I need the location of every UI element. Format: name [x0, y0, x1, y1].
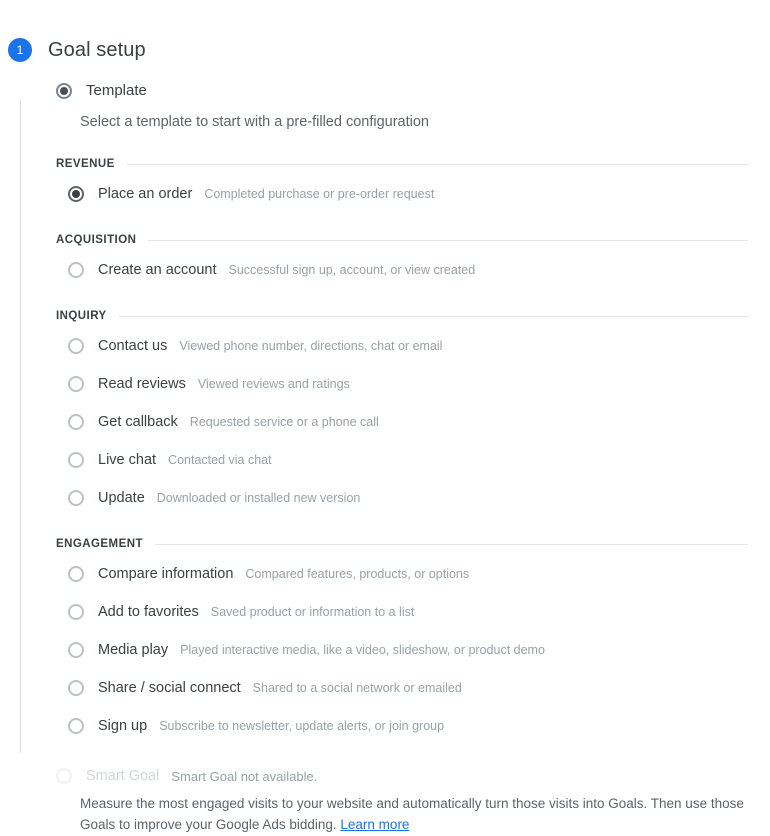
- goal-option-read-reviews[interactable]: Read reviews Viewed reviews and ratings: [56, 368, 748, 400]
- page-title: Goal setup: [48, 39, 146, 62]
- section-header: ENGAGEMENT: [56, 536, 748, 552]
- goal-option-sign-up[interactable]: Sign up Subscribe to newsletter, update a…: [56, 710, 748, 742]
- goal-option-label: Add to favorites: [98, 604, 199, 620]
- goal-option-radio[interactable]: [68, 376, 84, 392]
- goal-option-radio[interactable]: [68, 452, 84, 468]
- goal-option-label: Update: [98, 490, 145, 506]
- step-number-badge: 1: [8, 38, 32, 62]
- goal-option-radio[interactable]: [68, 338, 84, 354]
- goal-option-contact-us[interactable]: Contact us Viewed phone number, direction…: [56, 330, 748, 362]
- goal-option-media-play[interactable]: Media play Played interactive media, like…: [56, 634, 748, 666]
- smart-goal-radio: [56, 768, 72, 784]
- section-acquisition: ACQUISITION Create an account Successful s…: [56, 232, 748, 286]
- goal-option-update[interactable]: Update Downloaded or installed new versio…: [56, 482, 748, 514]
- goal-option-place-an-order[interactable]: Place an order Completed purchase or pre-…: [56, 178, 748, 210]
- section-divider: [119, 316, 748, 317]
- section-engagement: ENGAGEMENT Compare information Compared fe…: [56, 536, 748, 742]
- goal-option-description: Played interactive media, like a video, …: [180, 643, 545, 657]
- goal-option-compare-information[interactable]: Compare information Compared features, pr…: [56, 558, 748, 590]
- section-divider: [155, 544, 748, 545]
- section-header: REVENUE: [56, 156, 748, 172]
- goal-option-description: Viewed phone number, directions, chat or…: [179, 339, 442, 353]
- goal-option-radio[interactable]: [68, 490, 84, 506]
- goal-option-radio[interactable]: [68, 566, 84, 582]
- smart-goal-description: Measure the most engaged visits to your …: [80, 794, 748, 836]
- section-title: REVENUE: [56, 158, 115, 170]
- goal-option-label: Sign up: [98, 718, 147, 734]
- goal-option-radio[interactable]: [68, 262, 84, 278]
- goal-option-radio[interactable]: [68, 680, 84, 696]
- goal-option-label: Compare information: [98, 566, 233, 582]
- step-header: 1 Goal setup: [0, 32, 770, 68]
- goal-option-label: Live chat: [98, 452, 156, 468]
- goal-option-radio[interactable]: [68, 186, 84, 202]
- goal-option-create-an-account[interactable]: Create an account Successful sign up, acc…: [56, 254, 748, 286]
- section-header: INQUIRY: [56, 308, 748, 324]
- goal-option-label: Share / social connect: [98, 680, 241, 696]
- section-title: ENGAGEMENT: [56, 538, 143, 550]
- section-divider: [148, 240, 748, 241]
- goal-option-description: Shared to a social network or emailed: [253, 681, 462, 695]
- goal-option-label: Get callback: [98, 414, 178, 430]
- goal-option-description: Downloaded or installed new version: [157, 491, 361, 505]
- goal-option-label: Create an account: [98, 262, 217, 278]
- section-revenue: REVENUE Place an order Completed purchase …: [56, 156, 748, 210]
- goal-option-description: Subscribe to newsletter, update alerts, …: [159, 719, 444, 733]
- section-divider: [127, 164, 748, 165]
- goal-option-description: Compared features, products, or options: [245, 567, 469, 581]
- goal-option-radio[interactable]: [68, 718, 84, 734]
- step-connector-rail: [20, 100, 21, 753]
- goal-option-description: Requested service or a phone call: [190, 415, 379, 429]
- goal-option-radio[interactable]: [68, 414, 84, 430]
- goal-option-description: Contacted via chat: [168, 453, 272, 467]
- smart-goal-label: Smart Goal: [86, 768, 159, 784]
- goal-option-live-chat[interactable]: Live chat Contacted via chat: [56, 444, 748, 476]
- smart-goal-status: Smart Goal not available.: [171, 769, 317, 784]
- goal-option-label: Read reviews: [98, 376, 186, 392]
- section-inquiry: INQUIRY Contact us Viewed phone number, di…: [56, 308, 748, 514]
- learn-more-link[interactable]: Learn more: [340, 817, 409, 832]
- smart-goal-block: Smart Goal Smart Goal not available. Mea…: [56, 766, 770, 836]
- template-label: Template: [86, 82, 147, 99]
- template-radio[interactable]: [56, 83, 72, 99]
- goal-option-radio[interactable]: [68, 642, 84, 658]
- section-title: ACQUISITION: [56, 234, 136, 246]
- goal-option-label: Media play: [98, 642, 168, 658]
- goal-option-description: Saved product or information to a list: [211, 605, 415, 619]
- goal-option-label: Place an order: [98, 186, 192, 202]
- goal-option-description: Successful sign up, account, or view cre…: [229, 263, 476, 277]
- goal-option-description: Viewed reviews and ratings: [198, 377, 350, 391]
- template-help-text: Select a template to start with a pre-fi…: [80, 114, 770, 130]
- template-option-row[interactable]: Template: [56, 82, 770, 99]
- smart-goal-description-text: Measure the most engaged visits to your …: [80, 796, 744, 832]
- section-title: INQUIRY: [56, 310, 107, 322]
- goal-option-share-social-connect[interactable]: Share / social connect Shared to a social…: [56, 672, 748, 704]
- goal-setup-content: Template Select a template to start with…: [0, 82, 770, 130]
- goal-option-label: Contact us: [98, 338, 167, 354]
- goal-option-add-to-favorites[interactable]: Add to favorites Saved product or informa…: [56, 596, 748, 628]
- template-sections: REVENUE Place an order Completed purchase …: [56, 156, 770, 742]
- goal-option-description: Completed purchase or pre-order request: [204, 187, 434, 201]
- section-header: ACQUISITION: [56, 232, 748, 248]
- goal-option-radio[interactable]: [68, 604, 84, 620]
- goal-option-get-callback[interactable]: Get callback Requested service or a phone…: [56, 406, 748, 438]
- smart-goal-row: Smart Goal Smart Goal not available.: [56, 766, 748, 786]
